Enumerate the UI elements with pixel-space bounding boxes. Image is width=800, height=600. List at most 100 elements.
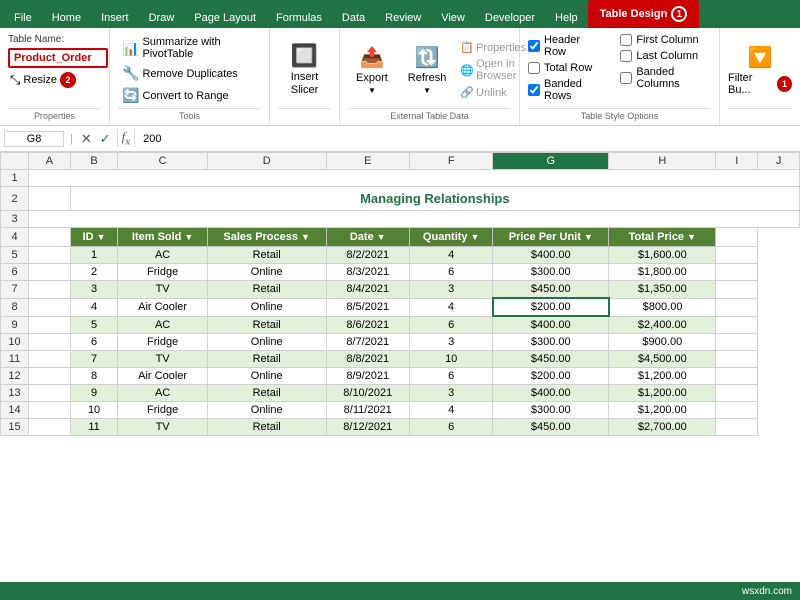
table-data-cell[interactable]: 10	[409, 351, 492, 368]
tab-page-layout[interactable]: Page Layout	[184, 8, 266, 28]
row-header[interactable]: 7	[1, 281, 29, 299]
resize-button[interactable]: ⤡ Resize 2	[8, 71, 101, 89]
table-data-cell[interactable]: Retail	[207, 419, 326, 436]
table-data-cell[interactable]: 4	[409, 247, 492, 264]
table-data-cell[interactable]: 3	[409, 385, 492, 402]
col-header-a[interactable]: A	[29, 153, 71, 170]
first-column-checkbox[interactable]	[620, 34, 632, 46]
table-data-cell[interactable]: 4	[409, 298, 492, 316]
table-data-cell[interactable]: $450.00	[493, 281, 609, 299]
cell[interactable]	[29, 334, 71, 351]
cell[interactable]	[716, 351, 758, 368]
table-header-cell[interactable]: ID ▼	[70, 228, 118, 247]
cell[interactable]	[29, 385, 71, 402]
table-data-cell[interactable]: 3	[70, 281, 118, 299]
first-column-checkbox-label[interactable]: First Column	[620, 34, 711, 46]
row-header[interactable]: 9	[1, 316, 29, 334]
total-row-checkbox[interactable]	[528, 62, 540, 74]
banded-columns-checkbox[interactable]	[620, 72, 632, 84]
table-data-cell[interactable]: 6	[409, 419, 492, 436]
banded-rows-checkbox-label[interactable]: Banded Rows	[528, 78, 604, 102]
table-data-cell[interactable]: 4	[409, 402, 492, 419]
table-data-cell[interactable]: $200.00	[493, 298, 609, 316]
cell[interactable]	[29, 402, 71, 419]
col-header-h[interactable]: H	[609, 153, 716, 170]
convert-to-range-button[interactable]: 🔄 Convert to Range	[118, 85, 261, 106]
table-data-cell[interactable]: $2,400.00	[609, 316, 716, 334]
summarize-pivot-button[interactable]: 📊 Summarize with PivotTable	[118, 34, 261, 62]
table-data-cell[interactable]: $300.00	[493, 264, 609, 281]
cell[interactable]	[29, 187, 71, 211]
function-icon[interactable]: fx	[117, 129, 135, 148]
cell-reference-input[interactable]	[4, 131, 64, 147]
confirm-formula-icon[interactable]: ✓	[98, 131, 113, 147]
open-browser-button[interactable]: 🌐 Open in Browser	[458, 57, 528, 83]
table-data-cell[interactable]: 8/5/2021	[326, 298, 409, 316]
table-data-cell[interactable]: $900.00	[609, 334, 716, 351]
table-data-cell[interactable]: 8/2/2021	[326, 247, 409, 264]
cell[interactable]	[29, 247, 71, 264]
remove-duplicates-button[interactable]: 🔧 Remove Duplicates	[118, 63, 261, 84]
cell[interactable]	[716, 402, 758, 419]
tab-draw[interactable]: Draw	[139, 8, 185, 28]
table-data-cell[interactable]: Retail	[207, 351, 326, 368]
table-data-cell[interactable]: Retail	[207, 385, 326, 402]
filter-button[interactable]: Filter Bu... 1	[728, 72, 792, 96]
table-data-cell[interactable]: TV	[118, 281, 207, 299]
refresh-button[interactable]: 🔃 Refresh ▼	[400, 43, 455, 97]
row-header[interactable]: 3	[1, 211, 29, 228]
table-data-cell[interactable]: Fridge	[118, 402, 207, 419]
table-data-cell[interactable]: 8/12/2021	[326, 419, 409, 436]
cell[interactable]	[716, 281, 758, 299]
col-header-c[interactable]: C	[118, 153, 207, 170]
header-row-checkbox-label[interactable]: Header Row	[528, 34, 604, 58]
table-data-cell[interactable]: Retail	[207, 316, 326, 334]
row-header[interactable]: 10	[1, 334, 29, 351]
table-data-cell[interactable]: 11	[70, 419, 118, 436]
table-data-cell[interactable]: 6	[70, 334, 118, 351]
cell[interactable]	[29, 211, 800, 228]
cell[interactable]	[29, 419, 71, 436]
cell[interactable]	[716, 247, 758, 264]
row-header[interactable]: 14	[1, 402, 29, 419]
table-data-cell[interactable]: 6	[409, 316, 492, 334]
table-data-cell[interactable]: $200.00	[493, 368, 609, 385]
cell[interactable]	[716, 264, 758, 281]
row-header[interactable]: 5	[1, 247, 29, 264]
table-data-cell[interactable]: $450.00	[493, 351, 609, 368]
cell[interactable]	[716, 334, 758, 351]
row-header[interactable]: 2	[1, 187, 29, 211]
table-data-cell[interactable]: $400.00	[493, 247, 609, 264]
last-column-checkbox-label[interactable]: Last Column	[620, 50, 711, 62]
table-data-cell[interactable]: $1,200.00	[609, 402, 716, 419]
total-row-checkbox-label[interactable]: Total Row	[528, 62, 604, 74]
col-header-e[interactable]: E	[326, 153, 409, 170]
table-data-cell[interactable]: $400.00	[493, 385, 609, 402]
properties-ext-button[interactable]: 📋 Properties	[458, 40, 528, 55]
row-header[interactable]: 8	[1, 298, 29, 316]
table-data-cell[interactable]: 7	[70, 351, 118, 368]
cell[interactable]	[716, 385, 758, 402]
table-data-cell[interactable]: Fridge	[118, 264, 207, 281]
cell[interactable]	[29, 298, 71, 316]
table-data-cell[interactable]: 2	[70, 264, 118, 281]
table-data-cell[interactable]: 8/7/2021	[326, 334, 409, 351]
table-data-cell[interactable]: $300.00	[493, 402, 609, 419]
row-header[interactable]: 6	[1, 264, 29, 281]
table-data-cell[interactable]: Air Cooler	[118, 368, 207, 385]
table-data-cell[interactable]: $450.00	[493, 419, 609, 436]
tab-insert[interactable]: Insert	[91, 8, 139, 28]
table-data-cell[interactable]: 10	[70, 402, 118, 419]
table-data-cell[interactable]: $1,200.00	[609, 385, 716, 402]
table-data-cell[interactable]: 1	[70, 247, 118, 264]
table-data-cell[interactable]: 8/9/2021	[326, 368, 409, 385]
table-data-cell[interactable]: AC	[118, 247, 207, 264]
cell[interactable]	[29, 316, 71, 334]
cell[interactable]	[716, 298, 758, 316]
cell[interactable]	[716, 368, 758, 385]
last-column-checkbox[interactable]	[620, 50, 632, 62]
table-data-cell[interactable]: Online	[207, 264, 326, 281]
table-data-cell[interactable]: $1,200.00	[609, 368, 716, 385]
table-data-cell[interactable]: 8	[70, 368, 118, 385]
table-header-cell[interactable]: Item Sold ▼	[118, 228, 207, 247]
